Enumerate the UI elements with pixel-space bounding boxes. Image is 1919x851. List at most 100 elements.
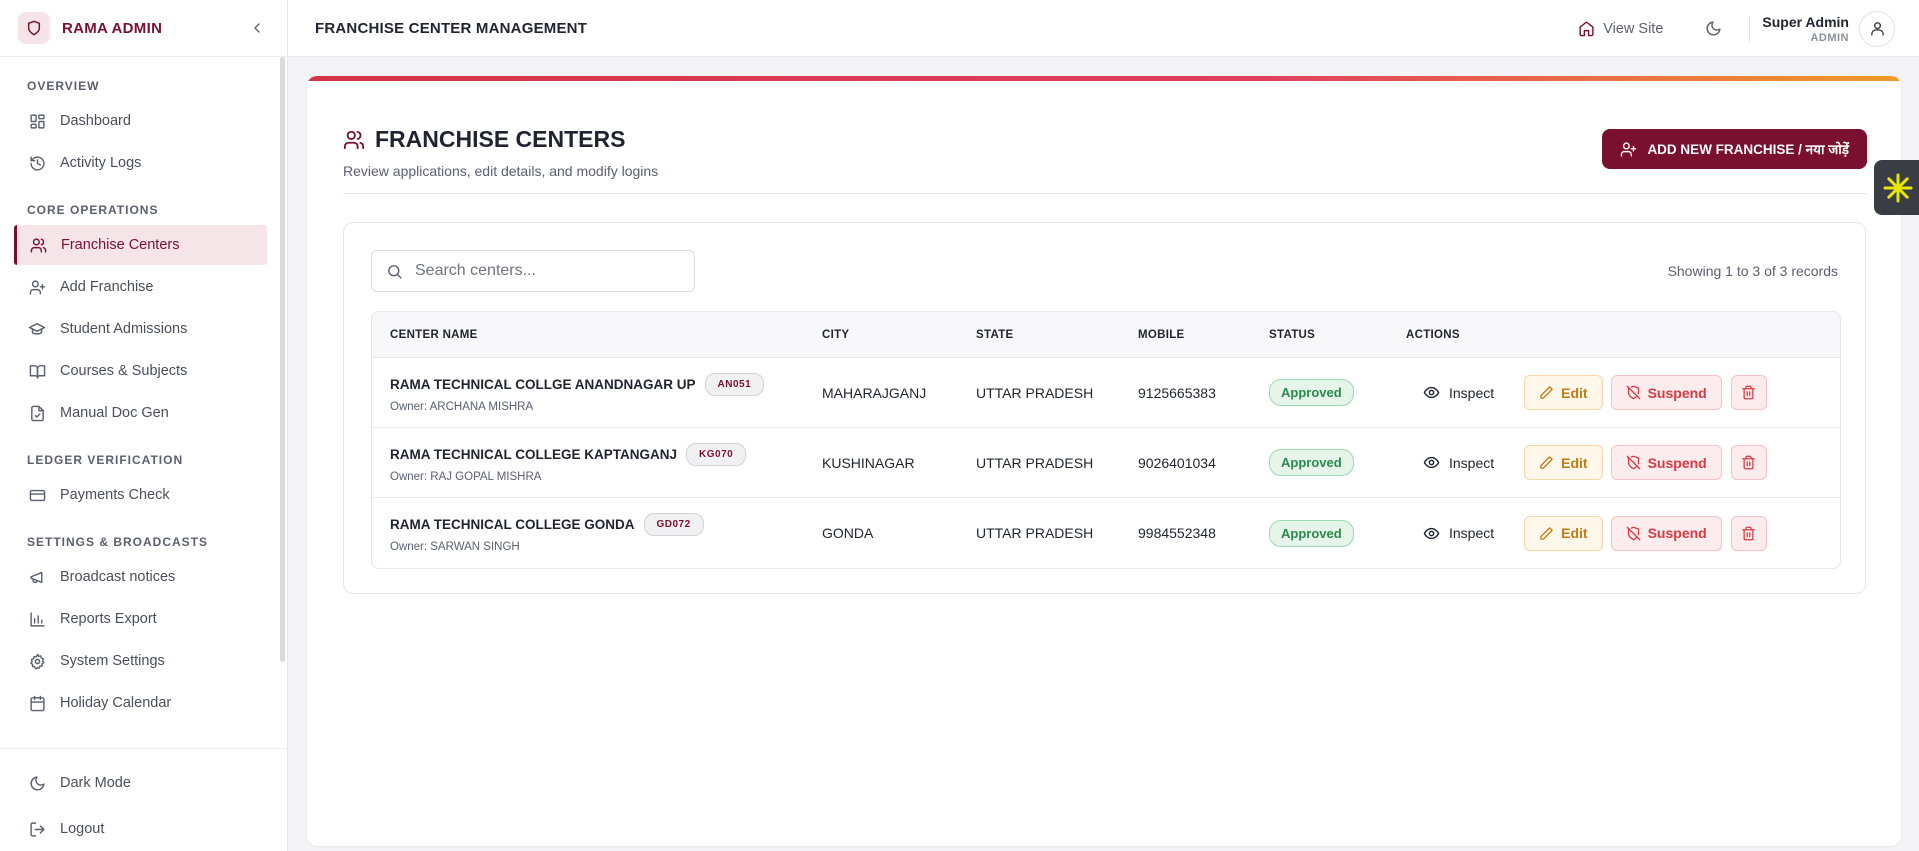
sidebar-item-activity-logs[interactable]: Activity Logs [0,143,287,183]
topbar: FRANCHISE CENTER MANAGEMENT View Site Su… [288,0,1919,57]
edit-button[interactable]: Edit [1524,375,1603,410]
eye-icon [1423,384,1440,401]
sidebar-item-franchise-centers[interactable]: Franchise Centers [14,225,267,265]
inspect-label: Inspect [1449,525,1495,541]
home-icon [1578,20,1595,37]
edit-label: Edit [1561,454,1588,471]
user-plus-icon [28,278,46,296]
suspend-button[interactable]: Suspend [1610,375,1722,410]
status-cell: Approved [1269,519,1406,547]
avatar[interactable] [1859,10,1895,47]
sidebar-item-courses-subjects[interactable]: Courses & Subjects [0,351,287,391]
sidebar-item-holiday-calendar[interactable]: Holiday Calendar [0,683,287,723]
status-badge: Approved [1269,449,1354,476]
status-cell: Approved [1269,379,1406,406]
sidebar-item-label: Reports Export [60,611,157,627]
eye-icon [1423,525,1440,542]
table-header: CENTER NAME CITY STATE MOBILE STATUS ACT… [372,312,1840,358]
section-title-ledger-verification: LEDGER VERIFICATION [27,453,184,467]
topbar-title: FRANCHISE CENTER MANAGEMENT [315,19,588,37]
trash-icon [1742,455,1755,470]
section-title-overview: OVERVIEW [27,79,100,93]
add-franchise-label: ADD NEW FRANCHISE / नया जोड़ें [1647,142,1849,157]
shield-off-icon [1626,455,1641,470]
actions-cell: Inspect Edit Suspend [1406,375,1840,410]
search-input[interactable] [415,262,665,280]
table-row: RAMA TECHNICAL COLLEGE GONDA GD072 Owner… [372,498,1840,568]
collapse-sidebar-button[interactable] [245,16,269,40]
brand-name: RAMA ADMIN [62,19,163,37]
center-name: RAMA TECHNICAL COLLEGE KAPTANGANJ [390,446,678,462]
user-icon [1870,22,1884,36]
edit-button[interactable]: Edit [1524,445,1603,480]
center-name-cell: RAMA TECHNICAL COLLGE ANANDNAGAR UP AN05… [372,372,822,413]
accessibility-widget-button[interactable] [1874,160,1919,215]
view-site-link[interactable]: View Site [1578,20,1663,37]
delete-button[interactable] [1730,375,1767,410]
center-name-cell: RAMA TECHNICAL COLLEGE KAPTANGANJ KG070 … [372,442,822,483]
suspend-label: Suspend [1647,525,1707,541]
inspect-label: Inspect [1449,384,1495,401]
center-code-badge: KG070 [686,442,747,466]
column-header-status: STATUS [1269,328,1316,341]
pencil-icon [1539,385,1554,400]
sidebar-item-manual-doc-gen[interactable]: Manual Doc Gen [0,393,287,433]
sidebar-item-label: System Settings [60,653,165,669]
sidebar-scrollbar[interactable] [280,57,285,662]
sidebar-item-reports-export[interactable]: Reports Export [0,599,287,639]
book-icon [28,362,46,380]
suspend-button[interactable]: Suspend [1610,445,1722,480]
users-icon [29,236,47,254]
sidebar-item-dashboard[interactable]: Dashboard [0,101,287,141]
pencil-icon [1539,526,1554,541]
logout-button[interactable]: Logout [0,809,287,849]
sidebar-item-add-franchise[interactable]: Add Franchise [0,267,287,307]
city-cell: KUSHINAGAR [822,454,915,471]
sidebar-item-student-admissions[interactable]: Student Admissions [0,309,287,349]
pencil-icon [1539,455,1554,470]
sidebar-item-label: Dashboard [60,113,131,129]
sidebar-item-payments-check[interactable]: Payments Check [0,475,287,515]
sidebar-item-label: Franchise Centers [61,237,180,253]
inspect-button[interactable]: Inspect [1423,384,1494,401]
shield-icon [18,12,50,44]
owner-name: Owner: SARWAN SINGH [390,541,520,553]
center-name: RAMA TECHNICAL COLLEGE GONDA [390,517,635,532]
edit-button[interactable]: Edit [1524,515,1603,551]
centers-panel: Showing 1 to 3 of 3 records CENTER NAME … [343,222,1866,594]
sparkle-icon [1883,173,1913,202]
delete-button[interactable] [1730,515,1767,551]
center-code-badge: GD072 [643,513,704,536]
sidebar-item-label: Add Franchise [60,279,154,295]
search-box[interactable] [371,250,695,292]
column-header-state: STATE [976,328,1014,341]
inspect-button[interactable]: Inspect [1423,454,1494,471]
center-code-badge: AN051 [704,372,765,396]
calendar-icon [28,694,46,712]
sidebar-item-system-settings[interactable]: System Settings [0,641,287,681]
dashboard-icon [28,112,46,130]
moon-icon [1706,21,1721,36]
column-header-center-name: CENTER NAME [390,328,478,341]
topbar-actions: View Site Super Admin ADMIN [1578,0,1895,57]
sidebar-item-label: Student Admissions [60,321,188,337]
search-icon [386,263,403,280]
column-header-mobile: MOBILE [1138,328,1185,341]
bar-chart-icon [28,610,46,628]
delete-button[interactable] [1730,445,1767,480]
sidebar-item-broadcast-notices[interactable]: Broadcast notices [0,557,287,597]
sidebar-item-label: Payments Check [60,487,170,503]
suspend-button[interactable]: Suspend [1610,515,1722,551]
centers-table: CENTER NAME CITY STATE MOBILE STATUS ACT… [371,311,1841,569]
dark-mode-toggle[interactable]: Dark Mode [0,763,287,803]
column-header-actions: ACTIONS [1406,328,1460,341]
sidebar-item-label: Logout [60,821,105,837]
file-icon [28,404,46,422]
inspect-button[interactable]: Inspect [1423,525,1494,542]
brand-header: RAMA ADMIN [0,0,287,57]
add-franchise-button[interactable]: ADD NEW FRANCHISE / नया जोड़ें [1602,129,1867,169]
center-name: RAMA TECHNICAL COLLGE ANANDNAGAR UP [390,376,696,392]
theme-toggle-button[interactable] [1701,17,1725,41]
eye-icon [1423,454,1440,471]
sidebar-item-label: Dark Mode [60,775,131,791]
